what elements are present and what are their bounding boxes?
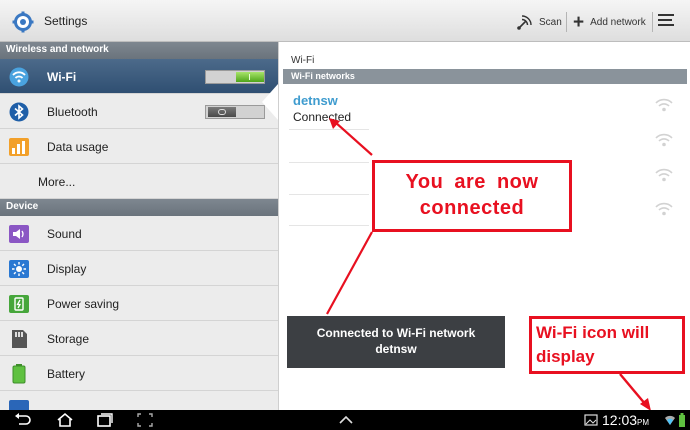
bluetooth-icon [9, 102, 29, 122]
bluetooth-toggle[interactable] [205, 105, 265, 119]
display-icon [9, 260, 29, 278]
screenshot-icon[interactable] [136, 412, 154, 428]
annotation-wifi-icon: Wi-Fi icon will display [529, 316, 685, 374]
sidebar-item-storage[interactable]: Storage [0, 321, 278, 356]
add-network-label: Add network [590, 16, 646, 28]
sidebar-item-battery[interactable]: Battery [0, 356, 278, 391]
data-usage-icon [9, 138, 29, 156]
sidebar-item-sound[interactable]: Sound [0, 216, 278, 251]
recent-apps-icon[interactable] [96, 412, 114, 428]
add-network-button[interactable]: + Add network [573, 11, 646, 33]
sidebar-item-wifi[interactable]: Wi-Fi [0, 59, 278, 94]
sidebar-item-power-saving[interactable]: Power saving [0, 286, 278, 321]
power-saving-icon [9, 295, 29, 313]
sound-icon [9, 225, 29, 243]
panel-title: Wi-Fi [291, 55, 315, 66]
system-bar: 12:03PM [0, 410, 690, 430]
sidebar-item-label: Sound [47, 227, 82, 241]
plus-icon: + [573, 11, 585, 33]
sidebar-item-data-usage[interactable]: Data usage [0, 129, 278, 164]
sidebar-item-label: Power saving [47, 297, 120, 311]
wifi-signal-icon [655, 202, 673, 216]
scan-button[interactable]: Scan [516, 11, 562, 33]
scan-label: Scan [539, 16, 562, 28]
wifi-signal-icon [655, 133, 673, 147]
clock-time: 12:03 [602, 412, 638, 428]
section-header-device: Device [0, 199, 278, 216]
sidebar-item-partial[interactable] [0, 391, 278, 410]
sidebar-item-label: Bluetooth [47, 105, 98, 119]
settings-gear-icon[interactable] [12, 11, 34, 33]
wifi-signal-icon [655, 168, 673, 182]
settings-list: Wireless and network Wi-Fi Bluetooth Dat… [0, 42, 278, 410]
home-icon[interactable] [56, 412, 74, 428]
battery-icon [12, 364, 26, 384]
sidebar-item-label: Battery [47, 367, 86, 381]
page-title: Settings [44, 14, 88, 28]
annotation-icon-line-2: display [536, 347, 595, 366]
wifi-icon [9, 67, 29, 87]
status-clock: 12:03PM [602, 412, 649, 428]
annotation-connected-line-2: connected [419, 197, 525, 219]
network-row[interactable] [279, 130, 690, 162]
sidebar-item-display[interactable]: Display [0, 251, 278, 286]
battery-status-icon [679, 413, 685, 427]
toast-line-1: Connected to Wi-Fi network [316, 326, 476, 340]
overflow-menu-icon[interactable] [658, 14, 674, 28]
network-status: Connected [293, 110, 352, 124]
sidebar-item-more[interactable]: More... [0, 164, 278, 199]
sidebar-item-bluetooth[interactable]: Bluetooth [0, 94, 278, 129]
sidebar-item-label: More... [38, 175, 76, 189]
sidebar-item-label: Display [47, 262, 87, 276]
toast-line-2: detnsw [375, 342, 417, 356]
annotation-icon-line-1: Wi-Fi icon will [536, 323, 650, 342]
wifi-toggle[interactable] [205, 70, 265, 84]
scan-icon [517, 15, 532, 30]
clock-ampm: PM [637, 418, 650, 427]
gallery-notification-icon [584, 414, 598, 426]
wifi-networks-header: Wi-Fi networks [283, 69, 687, 84]
sidebar-item-label: Wi-Fi [47, 70, 77, 84]
list-divider [289, 225, 369, 226]
annotation-connected: You are now connected [372, 160, 572, 232]
connection-toast: Connected to Wi-Fi network detnsw [287, 316, 505, 368]
sidebar-item-label: Storage [47, 332, 90, 346]
action-bar: Settings Scan + Add network [0, 0, 690, 42]
selection-pointer [262, 84, 278, 120]
chevron-up-icon[interactable] [337, 412, 355, 428]
partial-item-icon [9, 400, 29, 410]
toolbar-divider [566, 12, 567, 32]
section-header-wireless: Wireless and network [0, 42, 278, 59]
storage-icon [12, 330, 27, 348]
sidebar-item-label: Data usage [47, 140, 109, 154]
network-name: detnsw [293, 93, 338, 108]
wifi-status-icon [665, 415, 675, 425]
back-icon[interactable] [14, 412, 32, 428]
wifi-signal-icon [655, 98, 673, 112]
toolbar-divider [652, 12, 653, 32]
annotation-connected-line-1: You are now [405, 171, 539, 193]
